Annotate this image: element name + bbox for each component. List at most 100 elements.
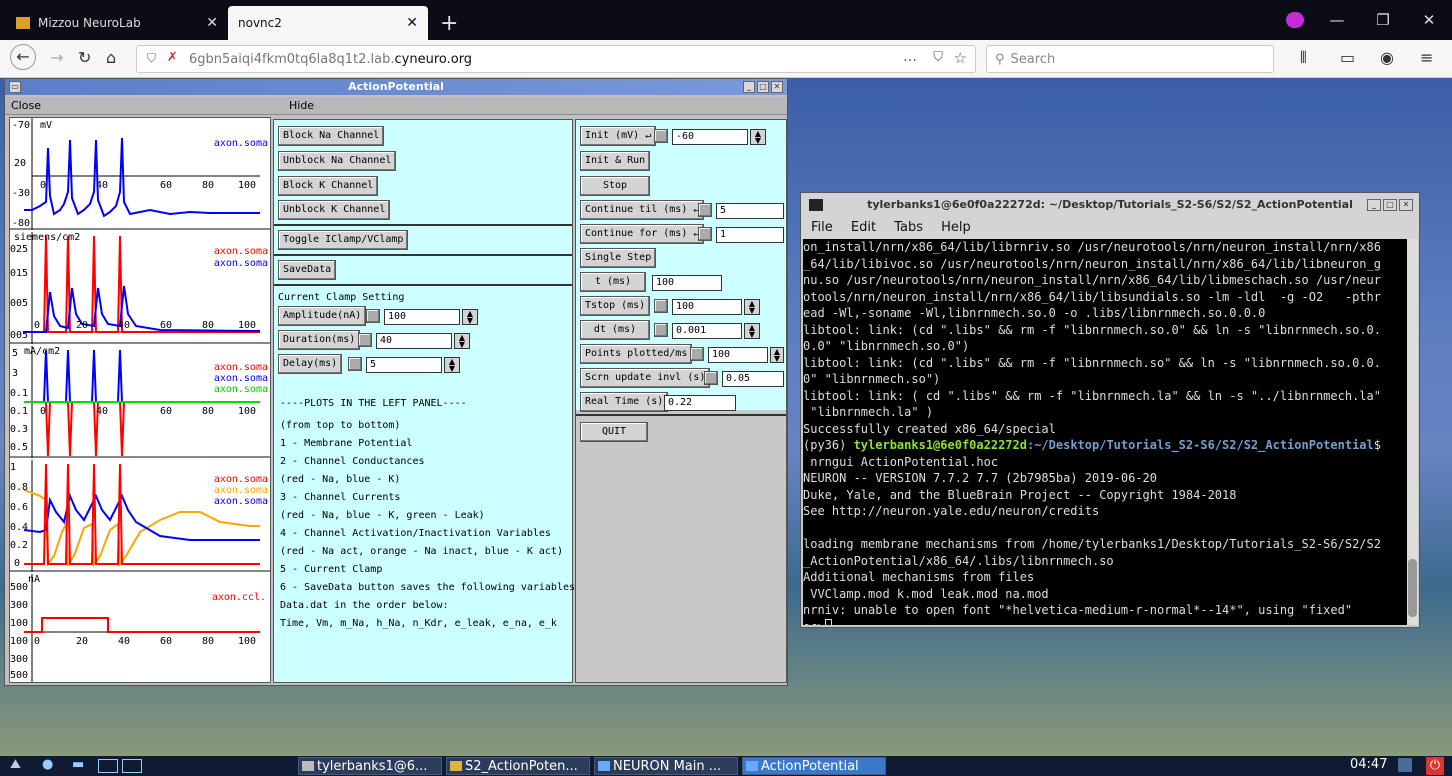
amplitude-field[interactable]: 100 — [384, 309, 460, 325]
channel-conductances-plot[interactable]: siemens/cm2 025 015 005 005 0 20 40 60 8… — [10, 232, 270, 344]
init-checkbox[interactable] — [654, 129, 668, 143]
restore-icon[interactable]: ❐ — [1360, 11, 1406, 29]
scrollbar-thumb[interactable] — [1408, 559, 1417, 617]
terminal-title-bar[interactable]: tylerbanks1@6e0f0a22272d: ~/Desktop/Tuto… — [801, 193, 1419, 217]
menu-tabs[interactable]: Tabs — [894, 220, 923, 235]
insecure-lock-icon[interactable]: ✗ — [167, 50, 178, 65]
account-icon[interactable]: ◉ — [1380, 48, 1394, 67]
close-icon[interactable]: ✕ — [206, 15, 218, 31]
dt-button[interactable]: dt (ms) — [580, 320, 650, 340]
duration-checkbox[interactable] — [358, 333, 372, 347]
search-field[interactable]: ⚲ Search — [986, 45, 1274, 73]
continue-for-button[interactable]: Continue for (ms) ↵ — [580, 224, 705, 244]
power-icon[interactable]: ⏻ — [1426, 757, 1444, 775]
new-tab-button[interactable]: + — [432, 6, 466, 40]
gating-variables-plot[interactable]: 1 0.8 0.6 0.4 0.2 0 axon.soma axon.soma … — [10, 460, 270, 572]
home-icon[interactable]: ⌂ — [106, 48, 116, 67]
tstop-button[interactable]: Tstop (ms) — [580, 296, 651, 316]
screen-update-checkbox[interactable] — [704, 371, 718, 385]
sidebar-icon[interactable]: ▭ — [1340, 48, 1355, 67]
dt-stepper[interactable]: ▲ ▼ — [744, 323, 760, 339]
window-title-bar[interactable]: ActionPotential ▭ _ □ ✕ — [5, 79, 787, 95]
pocket-icon[interactable]: ⛉ — [933, 50, 943, 65]
dt-field[interactable]: 0.001 — [672, 323, 742, 339]
savedata-button[interactable]: SaveData — [278, 260, 337, 280]
menu-edit[interactable]: Edit — [851, 220, 876, 235]
delay-checkbox[interactable] — [348, 357, 362, 371]
network-icon[interactable] — [1398, 758, 1412, 772]
real-time-button[interactable]: Real Time (s) — [580, 392, 669, 412]
dt-checkbox[interactable] — [654, 323, 668, 337]
url-bar[interactable]: ⛉ ✗ 6gbn5aiqi4fkm0tq6la8q1t2.lab. cyneuro… — [136, 45, 976, 73]
amplitude-checkbox[interactable] — [366, 309, 380, 323]
back-icon[interactable]: ← — [10, 44, 36, 70]
task-actionpotential[interactable]: ActionPotential — [742, 757, 886, 775]
terminal-output[interactable]: on_install/nrn/x86_64/lib/librnriv.so /u… — [803, 239, 1407, 625]
membrane-potential-plot[interactable]: mV -70 20 -30 -80 0 40 60 80 100 axon.so… — [10, 118, 270, 230]
screen-update-field[interactable]: 0.05 — [722, 371, 784, 387]
points-plotted-stepper[interactable]: ▲ ▼ — [770, 347, 784, 363]
current-clamp-plot[interactable]: nA 500 300 100 100 300 500 0 20 40 60 80… — [10, 574, 270, 682]
unblock-k-button[interactable]: Unblock K Channel — [278, 200, 391, 220]
tstop-checkbox[interactable] — [654, 299, 668, 313]
tstop-field[interactable]: 100 — [672, 299, 742, 315]
library-icon[interactable]: ⫴ — [1300, 48, 1307, 68]
t-field[interactable]: 100 — [652, 275, 722, 291]
close-window-icon[interactable]: ✕ — [1406, 11, 1452, 29]
init-run-button[interactable]: Init & Run — [580, 151, 651, 171]
screen-update-button[interactable]: Scrn update invl (s) — [580, 368, 711, 388]
menu-file[interactable]: File — [811, 220, 833, 235]
maximize-icon[interactable]: □ — [1383, 199, 1397, 211]
continue-for-field[interactable]: 1 — [716, 227, 784, 243]
toggle-clamp-button[interactable]: Toggle IClamp/VClamp — [278, 230, 409, 250]
close-icon[interactable]: ✕ — [1399, 199, 1413, 211]
block-k-button[interactable]: Block K Channel — [278, 176, 379, 196]
page-actions-icon[interactable]: … — [903, 49, 917, 65]
continue-for-checkbox[interactable] — [698, 227, 712, 241]
amplitude-stepper[interactable]: ▲ ▼ — [462, 309, 478, 325]
minimize-icon[interactable]: _ — [743, 81, 755, 93]
task-neuron-main[interactable]: NEURON Main ... — [594, 757, 738, 775]
start-menu-icon[interactable]: ⛰ — [10, 757, 21, 772]
desktop-1-icon[interactable] — [98, 759, 118, 773]
close-icon[interactable]: ✕ — [771, 81, 783, 93]
menu-help[interactable]: Help — [941, 220, 971, 235]
quit-button[interactable]: QUIT — [580, 422, 648, 442]
delay-field[interactable]: 5 — [366, 357, 442, 373]
delay-button[interactable]: Delay(ms) — [278, 354, 343, 374]
bookmark-star-icon[interactable]: ☆ — [954, 49, 967, 67]
init-button[interactable]: Init (mV) ↵ — [580, 126, 657, 146]
desktop-2-icon[interactable] — [122, 759, 142, 773]
tab-novnc2[interactable]: novnc2 ✕ — [228, 6, 428, 40]
continue-til-button[interactable]: Continue til (ms) ↵ — [580, 200, 705, 220]
init-stepper[interactable]: ▲ ▼ — [750, 129, 766, 145]
duration-field[interactable]: 40 — [376, 333, 452, 349]
points-plotted-checkbox[interactable] — [690, 347, 704, 361]
tab-mizzou-neurolab[interactable]: Mizzou NeuroLab ✕ — [6, 6, 228, 40]
terminal-scrollbar[interactable] — [1407, 239, 1418, 625]
reload-icon[interactable]: ↻ — [78, 48, 91, 67]
close-menu[interactable]: Close — [11, 97, 41, 115]
unblock-na-button[interactable]: Unblock Na Channel — [278, 151, 397, 171]
stop-button[interactable]: Stop — [580, 176, 650, 196]
forward-icon[interactable]: → — [50, 48, 63, 67]
real-time-field[interactable]: 0.22 — [664, 395, 736, 411]
continue-til-field[interactable]: 5 — [716, 203, 784, 219]
close-icon[interactable]: ✕ — [406, 15, 418, 31]
window-menu-icon[interactable]: ▭ — [9, 81, 21, 93]
channel-currents-plot[interactable]: mA/cm2 5 3 0.1 0.1 0.3 0.5 0 40 60 80 10… — [10, 346, 270, 458]
single-step-button[interactable]: Single Step — [580, 248, 657, 268]
continue-til-checkbox[interactable] — [698, 203, 712, 217]
t-button[interactable]: t (ms) — [580, 272, 646, 292]
menu-icon[interactable]: ≡ — [1420, 48, 1433, 67]
delay-stepper[interactable]: ▲ ▼ — [444, 357, 460, 373]
points-plotted-button[interactable]: Points plotted/ms — [580, 344, 693, 364]
init-field[interactable]: -60 — [672, 129, 748, 145]
points-plotted-field[interactable]: 100 — [708, 347, 768, 363]
globe-icon[interactable]: ● — [42, 757, 53, 772]
duration-button[interactable]: Duration(ms) — [278, 330, 361, 350]
hide-menu[interactable]: Hide — [289, 97, 314, 115]
minimize-icon[interactable]: _ — [1367, 199, 1381, 211]
minimize-icon[interactable]: — — [1314, 11, 1360, 29]
block-na-button[interactable]: Block Na Channel — [278, 126, 385, 146]
